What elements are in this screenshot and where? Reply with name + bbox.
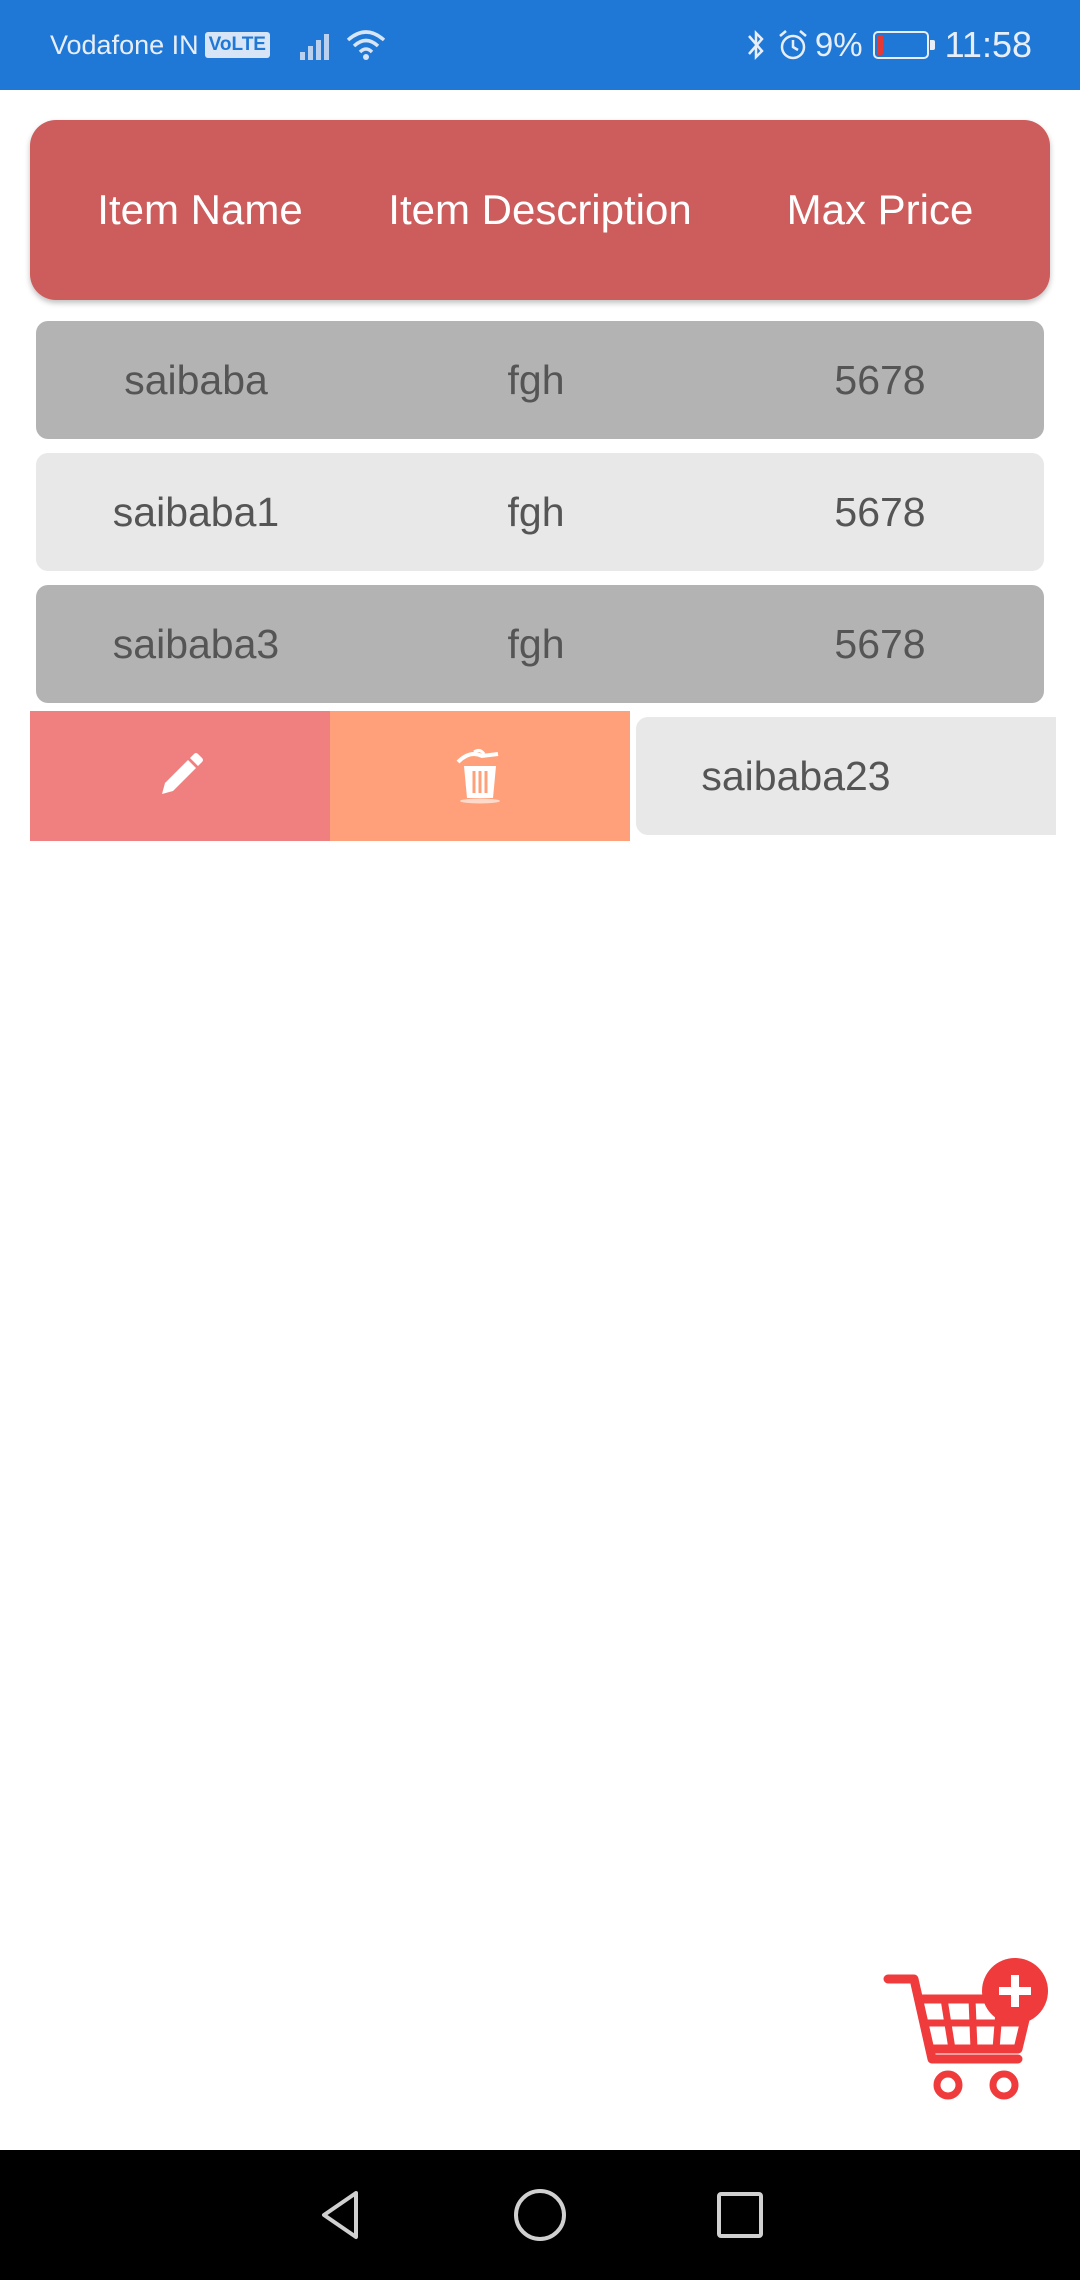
header-item-description: Item Description — [388, 186, 692, 233]
status-bar: Vodafone IN VoLTE 9% 11:58 — [0, 0, 1080, 90]
delete-button[interactable] — [330, 711, 630, 841]
row-item-description: fgh — [507, 488, 565, 535]
pencil-icon — [162, 753, 203, 794]
row-item-description: fgh — [507, 356, 565, 403]
table-row[interactable]: saibaba1 fgh 5678 — [36, 453, 1044, 571]
battery-icon — [872, 31, 935, 59]
row-item-description: fgh — [507, 620, 565, 667]
header-max-price: Max Price — [786, 186, 974, 233]
alarm-icon — [779, 30, 807, 60]
bluetooth-icon — [747, 29, 764, 61]
edit-button[interactable] — [30, 711, 330, 841]
row-max-price: 5678 — [834, 620, 926, 667]
clock: 11:58 — [944, 24, 1032, 65]
home-icon[interactable] — [510, 2185, 570, 2245]
table-row[interactable]: saibaba fgh 5678 — [36, 321, 1044, 439]
battery-percent: 9% — [814, 26, 863, 63]
row-item-name: saibaba23 — [701, 752, 891, 799]
signal-icon — [299, 30, 332, 60]
status-bar-left: Vodafone IN VoLTE — [50, 28, 386, 62]
status-bar-right: 9% 11:58 — [745, 24, 1032, 66]
row-item-name: saibaba1 — [112, 488, 280, 535]
wifi-icon — [346, 30, 386, 60]
navigation-bar — [0, 2150, 1080, 2280]
header-item-name: Item Name — [97, 186, 303, 233]
carrier-name: Vodafone IN — [50, 29, 199, 60]
row-max-price: 5678 — [834, 356, 926, 403]
table-row[interactable]: saibaba3 fgh 5678 — [36, 585, 1044, 703]
table-row-swiped[interactable]: saibaba23 — [636, 717, 1056, 835]
row-item-name: saibaba — [124, 356, 268, 403]
add-to-cart-icon[interactable] — [880, 1955, 1050, 2115]
row-item-name: saibaba3 — [112, 620, 280, 667]
volte-badge: VoLTE — [204, 32, 270, 58]
recents-icon[interactable] — [710, 2185, 770, 2245]
back-icon[interactable] — [310, 2185, 370, 2245]
trash-icon — [456, 748, 500, 804]
row-max-price: 5678 — [834, 488, 926, 535]
table-header: Item Name Item Description Max Price — [30, 120, 1050, 300]
